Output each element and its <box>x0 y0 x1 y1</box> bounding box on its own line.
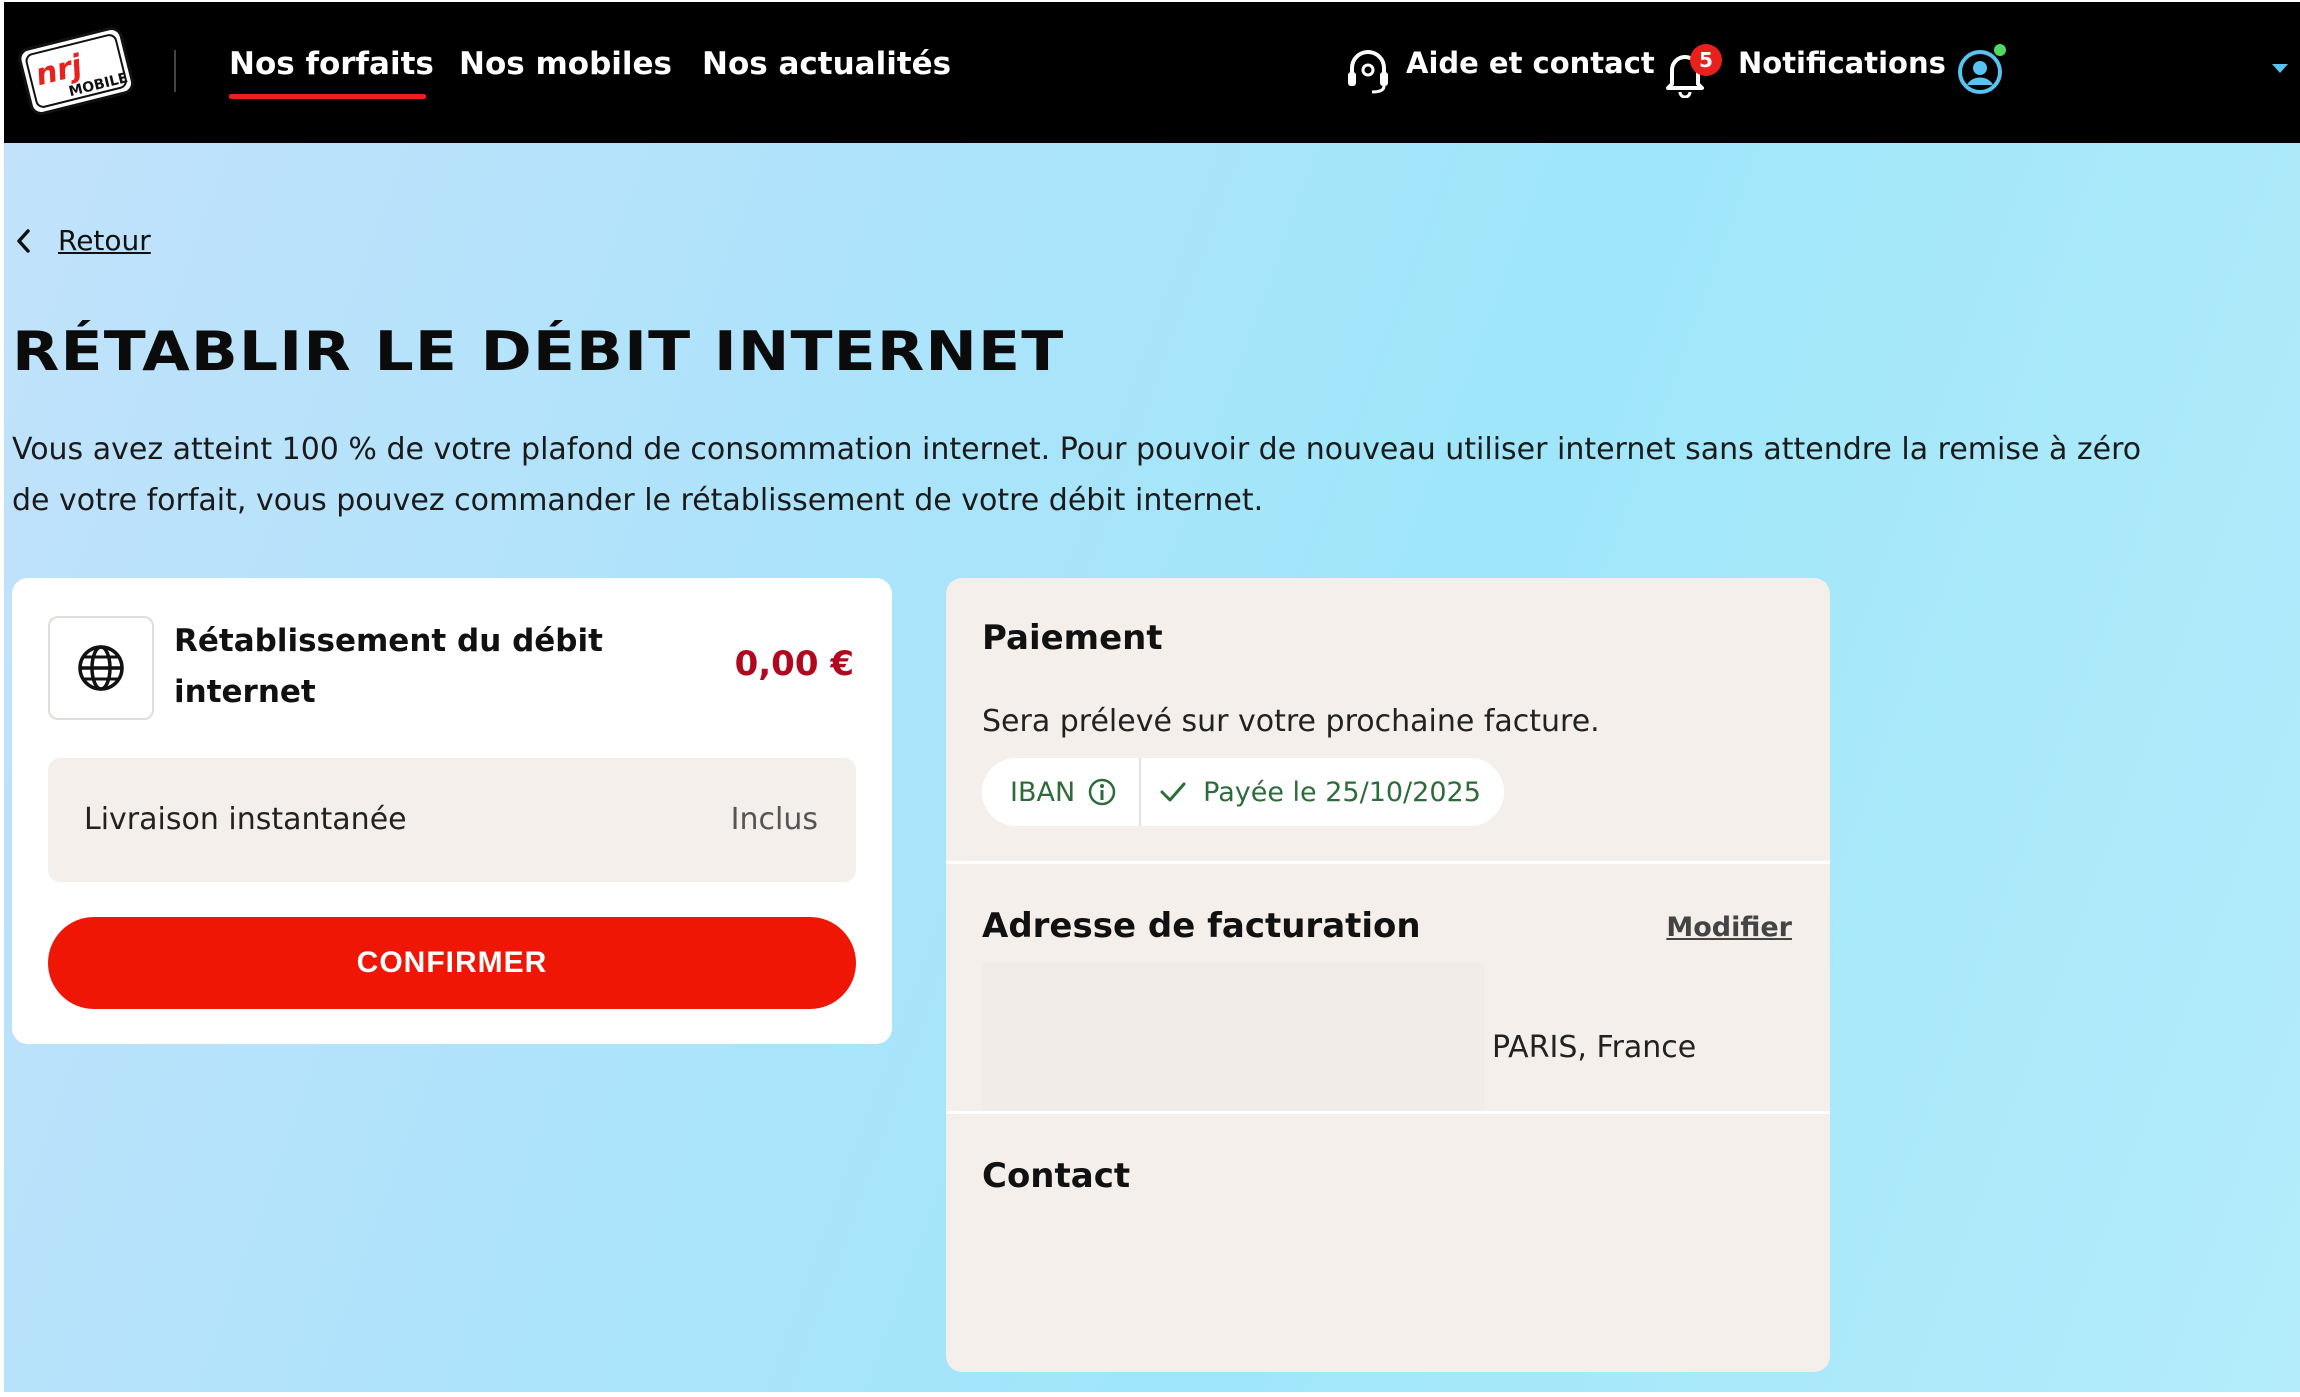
product-price: 0,00 € <box>734 644 854 684</box>
intro-line-2: de votre forfait, vous pouvez commander … <box>12 483 1264 518</box>
info-icon <box>1088 778 1116 806</box>
headset-icon[interactable] <box>1344 46 1392 96</box>
page-title: RÉTABLIR LE DÉBIT INTERNET <box>12 320 1065 383</box>
back-link[interactable]: Retour <box>14 224 151 257</box>
notifications-link[interactable]: Notifications <box>1738 46 1946 80</box>
section-divider <box>946 861 1830 864</box>
payment-section-title: Paiement <box>982 618 1163 658</box>
intro-text: Vous avez atteint 100 % de votre plafond… <box>12 424 2282 526</box>
product-name: Rétablissement du débit internet <box>174 616 604 718</box>
payment-method-pill: IBAN Payée le 25/10/2025 <box>982 758 1504 826</box>
nav-link-forfaits[interactable]: Nos forfaits <box>229 46 434 82</box>
payment-status-label: Payée le 25/10/2025 <box>1203 776 1481 808</box>
delivery-row: Livraison instantanée Inclus <box>48 758 856 882</box>
account-menu-chevron-down-icon[interactable] <box>2270 62 2290 76</box>
intro-line-1: Vous avez atteint 100 % de votre plafond… <box>12 432 2142 467</box>
product-name-line-1: Rétablissement du débit <box>174 623 603 659</box>
back-link-label: Retour <box>58 224 151 257</box>
help-contact-link[interactable]: Aide et contact <box>1406 46 1655 80</box>
contact-section-title: Contact <box>982 1156 1131 1196</box>
nav-link-actualites[interactable]: Nos actualités <box>702 46 951 82</box>
chevron-left-icon <box>17 228 30 253</box>
section-divider <box>946 1111 1830 1114</box>
product-name-line-2: internet <box>174 674 316 710</box>
billing-address-placeholder <box>982 962 1484 1112</box>
nrj-mobile-logo[interactable]: nrj MOBILE <box>14 22 138 118</box>
iban-info-button[interactable]: IBAN <box>982 758 1142 826</box>
user-account-icon[interactable] <box>1954 42 2010 98</box>
payment-method-label: IBAN <box>1010 776 1076 808</box>
nav-separator <box>174 50 176 92</box>
product-icon-box <box>48 616 154 720</box>
top-navigation-bar: nrj MOBILE Nos forfaits Nos mobiles Nos … <box>4 2 2300 143</box>
globe-icon <box>78 645 124 691</box>
active-nav-indicator <box>229 94 426 99</box>
order-summary-card: Rétablissement du débit internet 0,00 € … <box>12 578 892 1044</box>
billing-section-title: Adresse de facturation <box>982 906 1421 946</box>
modify-billing-address-link[interactable]: Modifier <box>1666 912 1792 943</box>
page-frame: nrj MOBILE Nos forfaits Nos mobiles Nos … <box>4 2 2300 1392</box>
checkmark-icon <box>1160 782 1186 802</box>
confirm-button[interactable]: CONFIRMER <box>48 917 856 1009</box>
delivery-value: Inclus <box>730 802 818 837</box>
payment-details-panel: Paiement Sera prélevé sur votre prochain… <box>946 578 1830 1372</box>
payment-description: Sera prélevé sur votre prochaine facture… <box>982 704 1600 739</box>
notification-count-badge: 5 <box>1690 44 1722 76</box>
payment-status: Payée le 25/10/2025 <box>1141 777 1481 808</box>
billing-address-city: PARIS, France <box>1492 1030 1697 1065</box>
delivery-label: Livraison instantanée <box>84 802 407 837</box>
nav-link-mobiles[interactable]: Nos mobiles <box>459 46 672 82</box>
